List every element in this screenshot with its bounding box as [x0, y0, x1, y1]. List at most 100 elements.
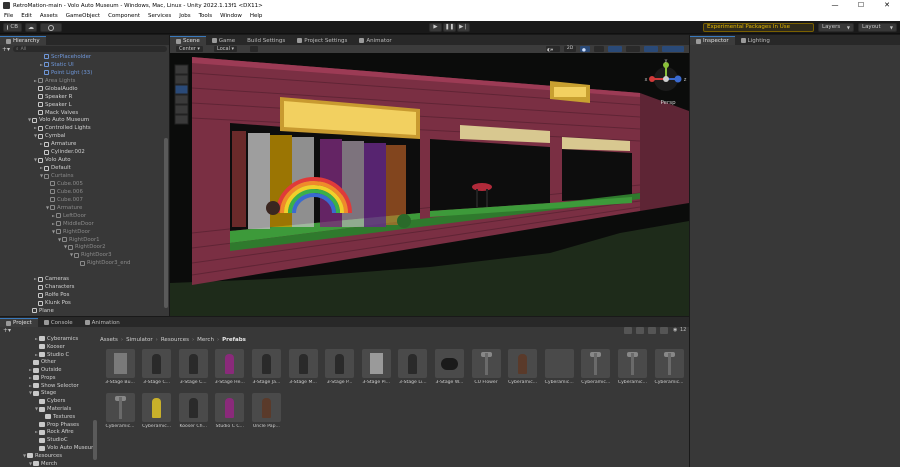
- cloud-button[interactable]: ☁: [25, 23, 37, 32]
- project-folder-item[interactable]: StudioC: [0, 436, 96, 444]
- menu-jobs[interactable]: Jobs: [175, 13, 194, 19]
- prefab-asset[interactable]: Uncle Pap...: [248, 393, 284, 429]
- tab-build-settings[interactable]: Build Settings: [241, 36, 292, 45]
- hierarchy-item[interactable]: Cube.005: [0, 180, 164, 188]
- tab-project[interactable]: Project: [0, 318, 38, 327]
- hierarchy-item[interactable]: Cylinder.002: [0, 148, 164, 156]
- hierarchy-item[interactable]: Cube.007: [0, 196, 164, 204]
- account-button[interactable]: CB: [3, 23, 22, 32]
- hierarchy-item[interactable]: ▼ Volo Auto Museum: [0, 117, 164, 125]
- tab-game[interactable]: Game: [205, 36, 242, 45]
- prefab-asset[interactable]: 3-Stage M...: [285, 349, 321, 385]
- add-icon[interactable]: +▾: [2, 46, 10, 53]
- prefab-asset[interactable]: 3-Stage Pi...: [358, 349, 394, 385]
- hierarchy-item[interactable]: ► Default: [0, 164, 164, 172]
- close-button[interactable]: ✕: [874, 0, 900, 11]
- prefab-asset[interactable]: Cyberamic...: [578, 349, 614, 385]
- menu-edit[interactable]: Edit: [17, 13, 36, 19]
- project-folder-item[interactable]: ▼ Resources: [0, 452, 96, 460]
- tab-scene[interactable]: Scene: [170, 36, 206, 45]
- project-folder-item[interactable]: Textures: [0, 413, 96, 421]
- project-tree-scrollbar[interactable]: [93, 420, 97, 460]
- search-by-label-button[interactable]: [636, 327, 644, 334]
- hierarchy-item[interactable]: ScrPlaceholder: [0, 53, 164, 61]
- menu-services[interactable]: Services: [144, 13, 175, 19]
- project-folder-item[interactable]: ► Show Selector: [0, 382, 96, 390]
- project-folder-item[interactable]: Volo Auto Museum: [0, 444, 96, 452]
- hierarchy-item[interactable]: ► Area Lights: [0, 77, 164, 85]
- breadcrumb-assets[interactable]: Assets: [100, 337, 118, 343]
- menu-window[interactable]: Window: [216, 13, 246, 19]
- project-folder-item[interactable]: Prop Phases: [0, 421, 96, 429]
- hidden-packages-button[interactable]: [660, 327, 668, 334]
- breadcrumb-merch[interactable]: Merch: [197, 337, 214, 343]
- project-folder-item[interactable]: Cybers: [0, 397, 96, 405]
- hierarchy-item[interactable]: ► Cameras: [0, 275, 164, 283]
- menu-assets[interactable]: Assets: [36, 13, 62, 19]
- hierarchy-item[interactable]: ► Controlled Lights: [0, 124, 164, 132]
- project-folder-item[interactable]: ► Outside: [0, 366, 96, 374]
- prefab-asset[interactable]: CU Flower: [468, 349, 504, 385]
- favorite-button[interactable]: [648, 327, 656, 334]
- hierarchy-scrollbar[interactable]: [164, 138, 168, 308]
- menu-component[interactable]: Component: [104, 13, 144, 19]
- hierarchy-item[interactable]: ▼ RightDoor: [0, 228, 164, 236]
- prefab-asset[interactable]: 3-Stage Bu...: [102, 349, 138, 385]
- prefab-asset[interactable]: Cyberamic...: [139, 393, 175, 429]
- hierarchy-item[interactable]: ► Armature: [0, 140, 164, 148]
- pivot-dropdown[interactable]: Center ▾: [176, 46, 203, 52]
- prefab-asset[interactable]: 3-Stage W...: [431, 349, 467, 385]
- hidden-objects-toggle[interactable]: [626, 46, 640, 52]
- project-folder-item[interactable]: ► Props: [0, 374, 96, 382]
- tab-console[interactable]: Console: [37, 318, 79, 327]
- prefab-asset[interactable]: Studio C C...: [212, 393, 248, 429]
- tab-animator[interactable]: Animator: [353, 36, 398, 45]
- breadcrumb-prefabs[interactable]: Prefabs: [222, 337, 246, 343]
- space-dropdown[interactable]: Local ▾: [214, 46, 238, 52]
- tab-lighting[interactable]: Lighting: [734, 36, 776, 45]
- create-icon[interactable]: +▾: [3, 327, 11, 334]
- project-folder-item[interactable]: ► Studio C: [0, 351, 96, 359]
- layers-dropdown[interactable]: Layers ▼: [818, 23, 854, 32]
- hierarchy-item[interactable]: RightDoor3_end: [0, 259, 164, 267]
- menu-tools[interactable]: Tools: [195, 13, 217, 19]
- gizmos-dropdown[interactable]: [662, 46, 684, 52]
- hierarchy-item[interactable]: Klunk Pos: [0, 299, 164, 307]
- prefab-asset[interactable]: Kooser Ch...: [175, 393, 211, 429]
- menu-file[interactable]: File: [0, 13, 17, 19]
- draw-mode-dropdown[interactable]: ◐▾: [546, 46, 560, 53]
- pause-button[interactable]: ❚❚: [443, 23, 456, 32]
- breadcrumb-simulator[interactable]: Simulator: [126, 337, 153, 343]
- hierarchy-search-input[interactable]: ⌕ All: [13, 46, 167, 52]
- prefab-asset[interactable]: 3-Stage C...: [139, 349, 175, 385]
- project-folder-item[interactable]: ▼ Stage: [0, 390, 96, 398]
- hierarchy-item[interactable]: ▼ RightDoor2: [0, 244, 164, 252]
- hierarchy-item[interactable]: ▼ Cymbal: [0, 132, 164, 140]
- tab-hierarchy[interactable]: Hierarchy: [0, 36, 46, 45]
- lighting-toggle[interactable]: ●: [580, 46, 590, 53]
- tab-project-settings[interactable]: Project Settings: [291, 36, 354, 45]
- menu-help[interactable]: Help: [246, 13, 267, 19]
- prefab-asset[interactable]: Cyberamic...: [505, 349, 541, 385]
- hierarchy-item[interactable]: Point Light (33): [0, 69, 164, 77]
- prefab-asset[interactable]: 3-Stage He...: [212, 349, 248, 385]
- prefab-asset[interactable]: Cyberamic...: [614, 349, 650, 385]
- prefab-asset[interactable]: 3-Stage Ja...: [248, 349, 284, 385]
- hierarchy-item[interactable]: ► Static UI: [0, 61, 164, 69]
- hierarchy-item[interactable]: Speaker R: [0, 93, 164, 101]
- audio-toggle[interactable]: [594, 46, 604, 52]
- camera-settings-dropdown[interactable]: [644, 46, 658, 52]
- hierarchy-item[interactable]: ▼ RightDoor1: [0, 236, 164, 244]
- hierarchy-item[interactable]: ► LeftDoor: [0, 212, 164, 220]
- prefab-asset[interactable]: Cyberamic...: [102, 393, 138, 429]
- menu-gameobject[interactable]: GameObject: [62, 13, 104, 19]
- hierarchy-item[interactable]: Characters: [0, 283, 164, 291]
- hierarchy-item[interactable]: ▼ Volo Auto: [0, 156, 164, 164]
- 2d-toggle[interactable]: 2D: [564, 46, 576, 52]
- prefab-asset[interactable]: 3-Stage P...: [322, 349, 358, 385]
- hierarchy-item[interactable]: Cube.006: [0, 188, 164, 196]
- minimize-button[interactable]: —: [822, 0, 848, 11]
- hierarchy-item[interactable]: GlobalAudio: [0, 85, 164, 93]
- hierarchy-item[interactable]: Plane: [0, 307, 164, 315]
- prefab-asset[interactable]: 3-Stage C...: [175, 349, 211, 385]
